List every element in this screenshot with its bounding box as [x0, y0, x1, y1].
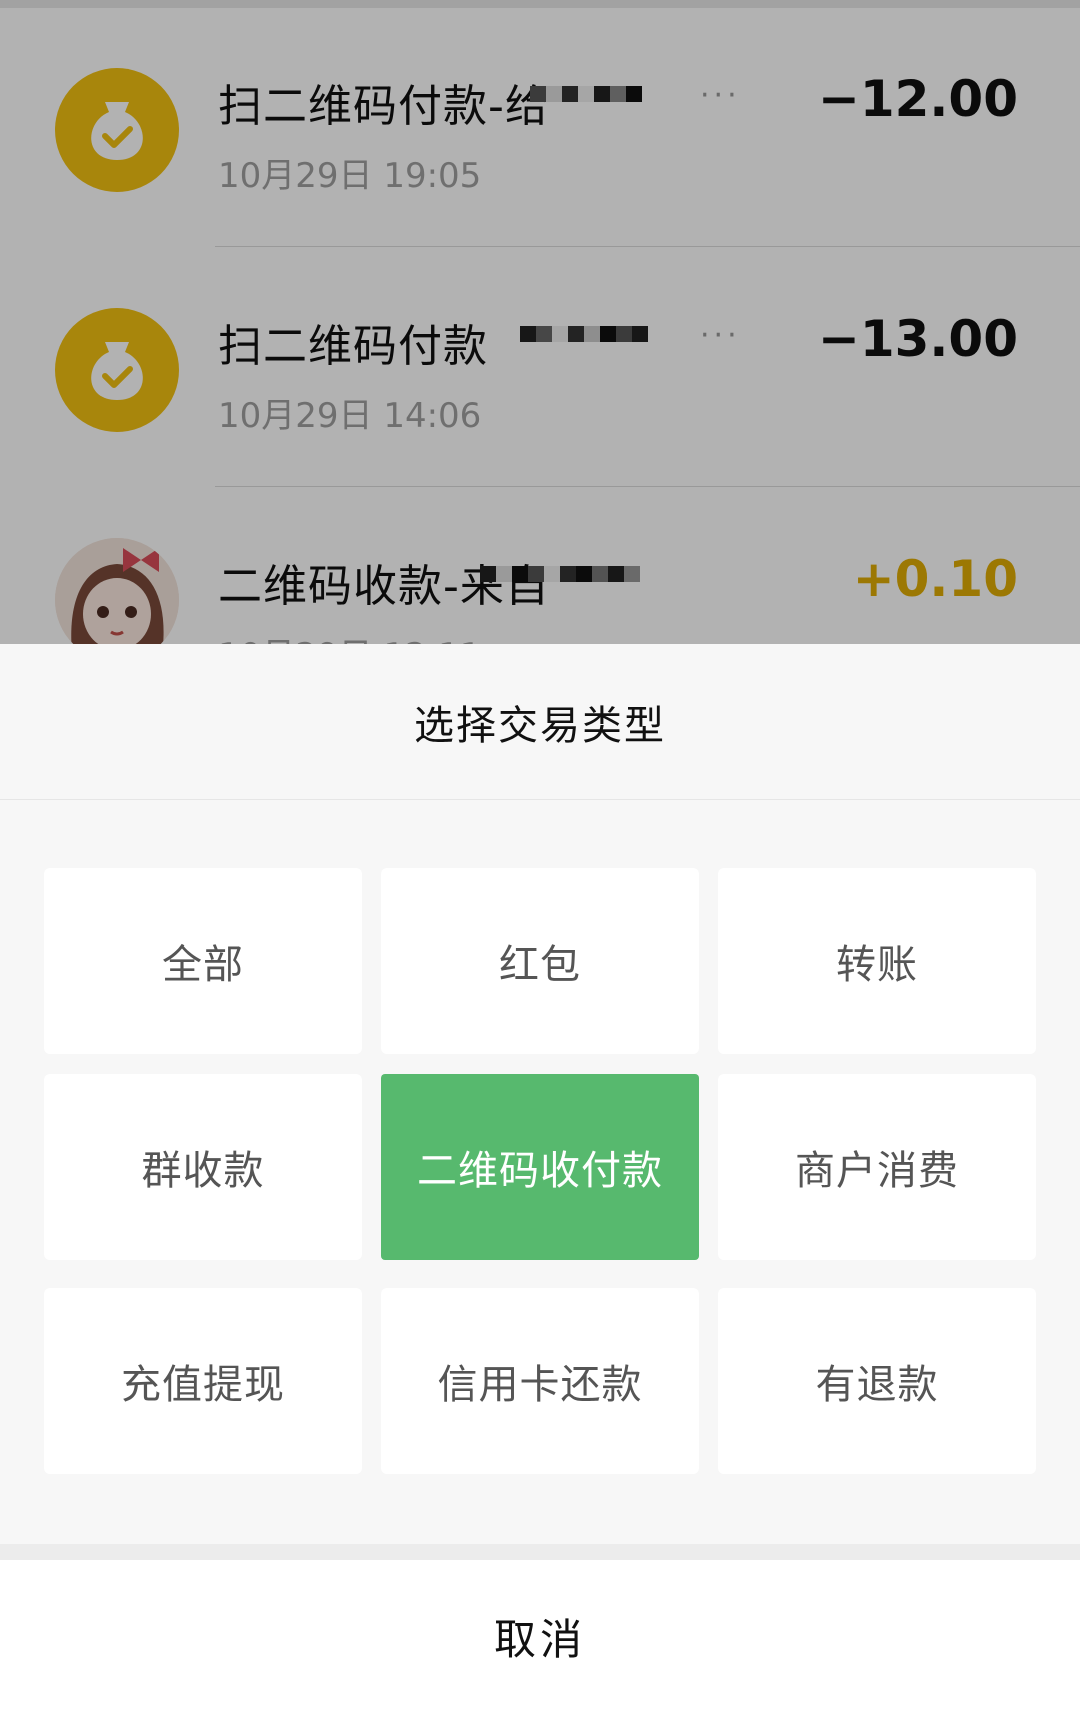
option-red-packet[interactable]: 红包: [381, 868, 699, 1054]
cancel-button[interactable]: 取消: [0, 1560, 1080, 1712]
screen: 扫二维码付款-给 ··· −12.00 10月29日 19:05 扫二维码付款: [0, 0, 1080, 1712]
sheet-header: 选择交易类型: [0, 644, 1080, 800]
sheet-title: 选择交易类型: [414, 702, 666, 749]
option-topup-withdraw[interactable]: 充值提现: [44, 1288, 362, 1474]
option-qr-payment[interactable]: 二维码收付款: [381, 1074, 699, 1260]
cancel-separator: [0, 1544, 1080, 1560]
option-credit-card[interactable]: 信用卡还款: [381, 1288, 699, 1474]
transaction-list: 扫二维码付款-给 ··· −12.00 10月29日 19:05 扫二维码付款: [0, 0, 1080, 644]
option-all[interactable]: 全部: [44, 868, 362, 1054]
option-refund[interactable]: 有退款: [718, 1288, 1036, 1474]
transaction-type-sheet: 选择交易类型 全部 红包 转账 群收款 二维码收付款 商户消费 充值提现 信用卡…: [0, 644, 1080, 1712]
dim-overlay[interactable]: [0, 0, 1080, 644]
option-group-collect[interactable]: 群收款: [44, 1074, 362, 1260]
option-transfer[interactable]: 转账: [718, 868, 1036, 1054]
option-merchant[interactable]: 商户消费: [718, 1074, 1036, 1260]
